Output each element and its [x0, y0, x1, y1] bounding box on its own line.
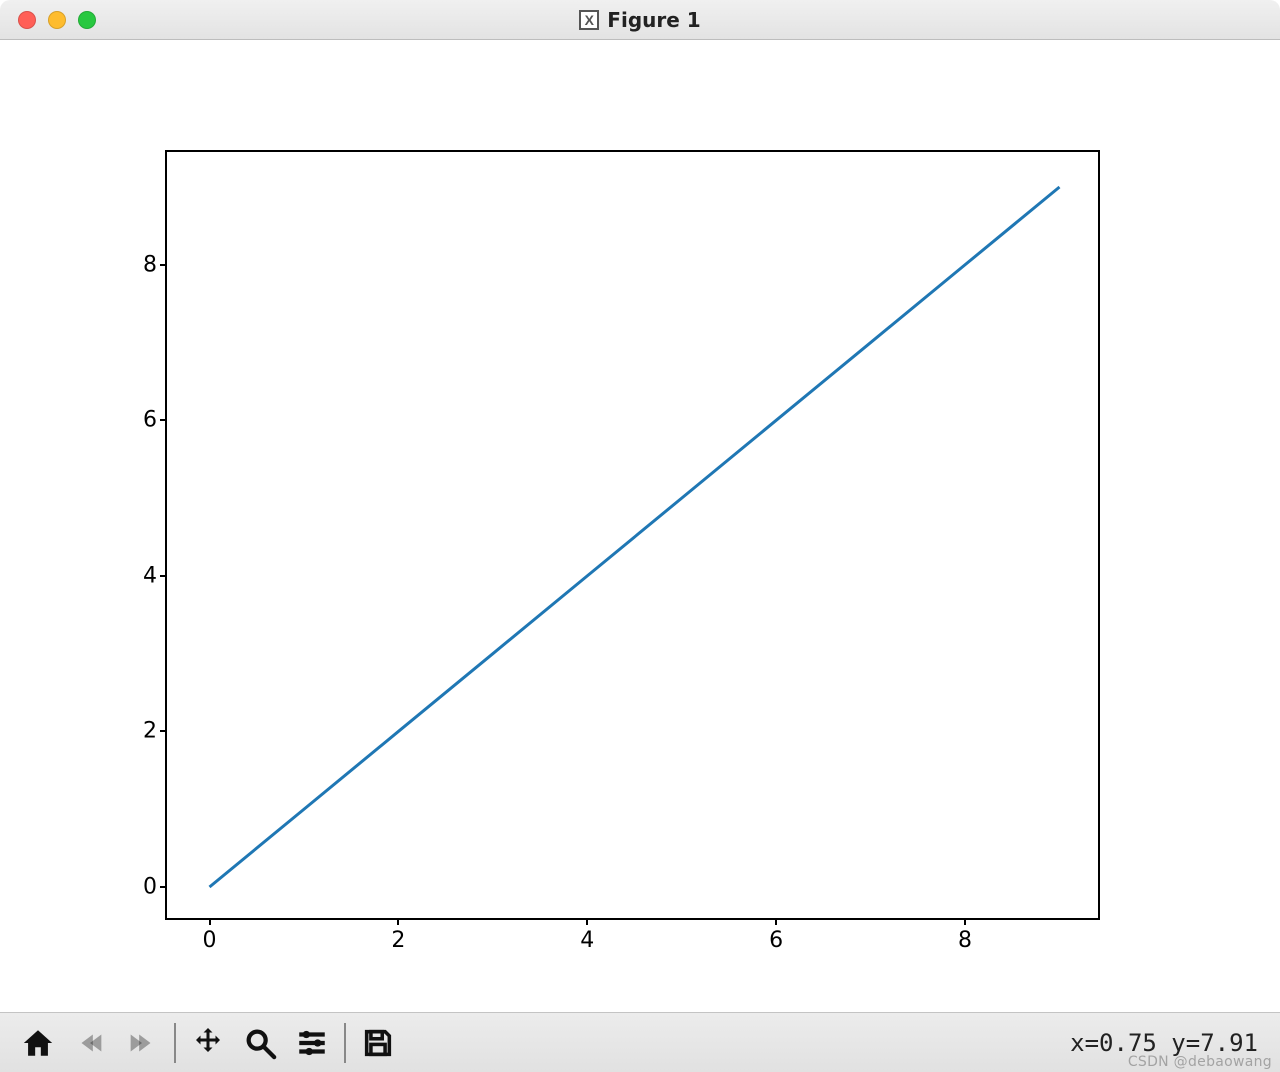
toolbar-separator — [344, 1023, 346, 1063]
x-tick-mark — [775, 918, 777, 925]
y-tick-mark — [160, 575, 167, 577]
zoom-window-button[interactable] — [78, 11, 96, 29]
back-button[interactable] — [64, 1019, 116, 1067]
save-figure-button[interactable] — [352, 1019, 404, 1067]
pan-button[interactable] — [182, 1019, 234, 1067]
save-icon — [361, 1026, 395, 1060]
toolbar-separator — [174, 1023, 176, 1063]
x-tick-label: 8 — [958, 928, 972, 953]
y-tick-mark — [160, 730, 167, 732]
y-tick-mark — [160, 886, 167, 888]
figure-canvas[interactable]: 0 2 4 6 8 0 2 4 6 8 — [0, 40, 1280, 1012]
data-line — [210, 187, 1060, 887]
y-tick-label: 0 — [143, 875, 157, 900]
x-tick-mark — [397, 918, 399, 925]
configure-subplots-button[interactable] — [286, 1019, 338, 1067]
plot-line-layer — [167, 152, 1098, 918]
y-tick-label: 6 — [143, 408, 157, 433]
y-tick-mark — [160, 264, 167, 266]
x-tick-label: 6 — [769, 928, 783, 953]
close-window-button[interactable] — [18, 11, 36, 29]
forward-button[interactable] — [116, 1019, 168, 1067]
x-tick-label: 2 — [391, 928, 405, 953]
window-titlebar: X Figure 1 — [0, 0, 1280, 40]
y-tick-mark — [160, 419, 167, 421]
minimize-window-button[interactable] — [48, 11, 66, 29]
sliders-icon — [295, 1026, 329, 1060]
y-tick-label: 4 — [143, 563, 157, 588]
matplotlib-toolbar: x=0.75 y=7.91 — [0, 1012, 1280, 1072]
x-tick-label: 0 — [203, 928, 217, 953]
x-tick-mark — [964, 918, 966, 925]
magnifier-icon — [243, 1026, 277, 1060]
zoom-button[interactable] — [234, 1019, 286, 1067]
arrow-left-icon — [73, 1026, 107, 1060]
cursor-coordinate-readout: x=0.75 y=7.91 — [1070, 1029, 1268, 1057]
x-tick-mark — [209, 918, 211, 925]
home-icon — [21, 1026, 55, 1060]
traffic-lights — [0, 11, 96, 29]
home-button[interactable] — [12, 1019, 64, 1067]
y-tick-label: 8 — [143, 252, 157, 277]
y-tick-label: 2 — [143, 719, 157, 744]
x-tick-mark — [586, 918, 588, 925]
window-title: Figure 1 — [607, 8, 700, 32]
x-tick-label: 4 — [580, 928, 594, 953]
move-icon — [190, 1025, 226, 1061]
plot-axes: 0246802468 — [165, 150, 1100, 920]
arrow-right-icon — [125, 1026, 159, 1060]
app-icon: X — [579, 10, 599, 30]
